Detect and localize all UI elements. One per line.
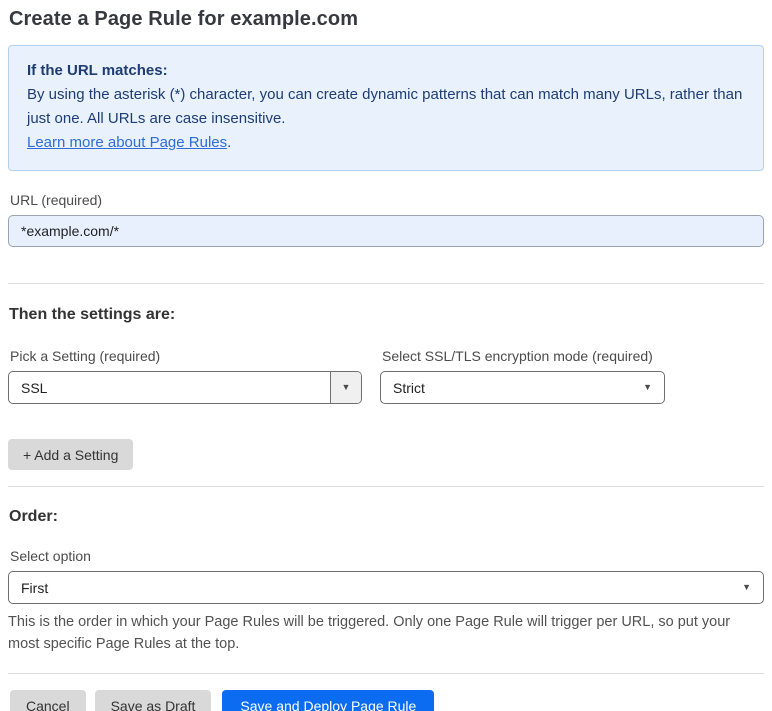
chevron-down-icon: ▼ (341, 382, 351, 392)
add-setting-button[interactable]: + Add a Setting (8, 439, 134, 470)
divider (8, 486, 764, 487)
order-heading: Order: (9, 508, 58, 525)
learn-more-link[interactable]: Learn more about Page Rules (27, 134, 227, 151)
divider (8, 283, 764, 284)
setting-select-value: SSL (21, 379, 48, 396)
page-title: Create a Page Rule for example.com (9, 8, 359, 30)
info-box-link-line: Learn more about Page Rules. (27, 131, 745, 155)
link-suffix: . (227, 134, 232, 151)
url-input[interactable] (8, 215, 764, 247)
setting-select-arrow-box[interactable]: ▼ (330, 372, 361, 403)
url-label: URL (required) (10, 192, 103, 208)
settings-heading: Then the settings are: (9, 306, 176, 323)
ssl-mode-select-value: Strict (393, 379, 425, 396)
setting-picker-field: Pick a Setting (required) SSL ▼ (8, 348, 362, 404)
ssl-mode-select[interactable]: Strict ▼ (380, 371, 665, 404)
order-help-text: This is the order in which your Page Rul… (8, 614, 731, 652)
save-draft-button[interactable]: Save as Draft (94, 690, 212, 711)
page-rule-form: Create a Page Rule for example.com If th… (0, 0, 772, 711)
url-match-info-box: If the URL matches: By using the asteris… (8, 45, 764, 171)
order-select-value: First (21, 579, 49, 596)
setting-select[interactable]: SSL ▼ (8, 371, 362, 404)
chevron-down-icon: ▼ (643, 382, 652, 392)
chevron-down-icon: ▼ (742, 582, 751, 592)
save-deploy-button[interactable]: Save and Deploy Page Rule (222, 690, 435, 711)
divider (8, 673, 764, 674)
footer-actions: Cancel Save as Draft Save and Deploy Pag… (10, 690, 764, 711)
ssl-mode-select-arrow: ▼ (643, 383, 664, 392)
order-select-label: Select option (10, 548, 91, 564)
ssl-mode-label: Select SSL/TLS encryption mode (required… (382, 348, 653, 364)
ssl-mode-picker-field: Select SSL/TLS encryption mode (required… (380, 348, 665, 404)
cancel-button[interactable]: Cancel (10, 690, 86, 711)
info-box-body: By using the asterisk (*) character, you… (27, 86, 743, 127)
order-select-arrow: ▼ (742, 583, 763, 592)
settings-pickers-row: Pick a Setting (required) SSL ▼ Select S… (8, 348, 764, 404)
setting-picker-label: Pick a Setting (required) (10, 348, 161, 364)
order-select[interactable]: First ▼ (8, 571, 764, 604)
info-box-heading: If the URL matches: (27, 62, 168, 79)
